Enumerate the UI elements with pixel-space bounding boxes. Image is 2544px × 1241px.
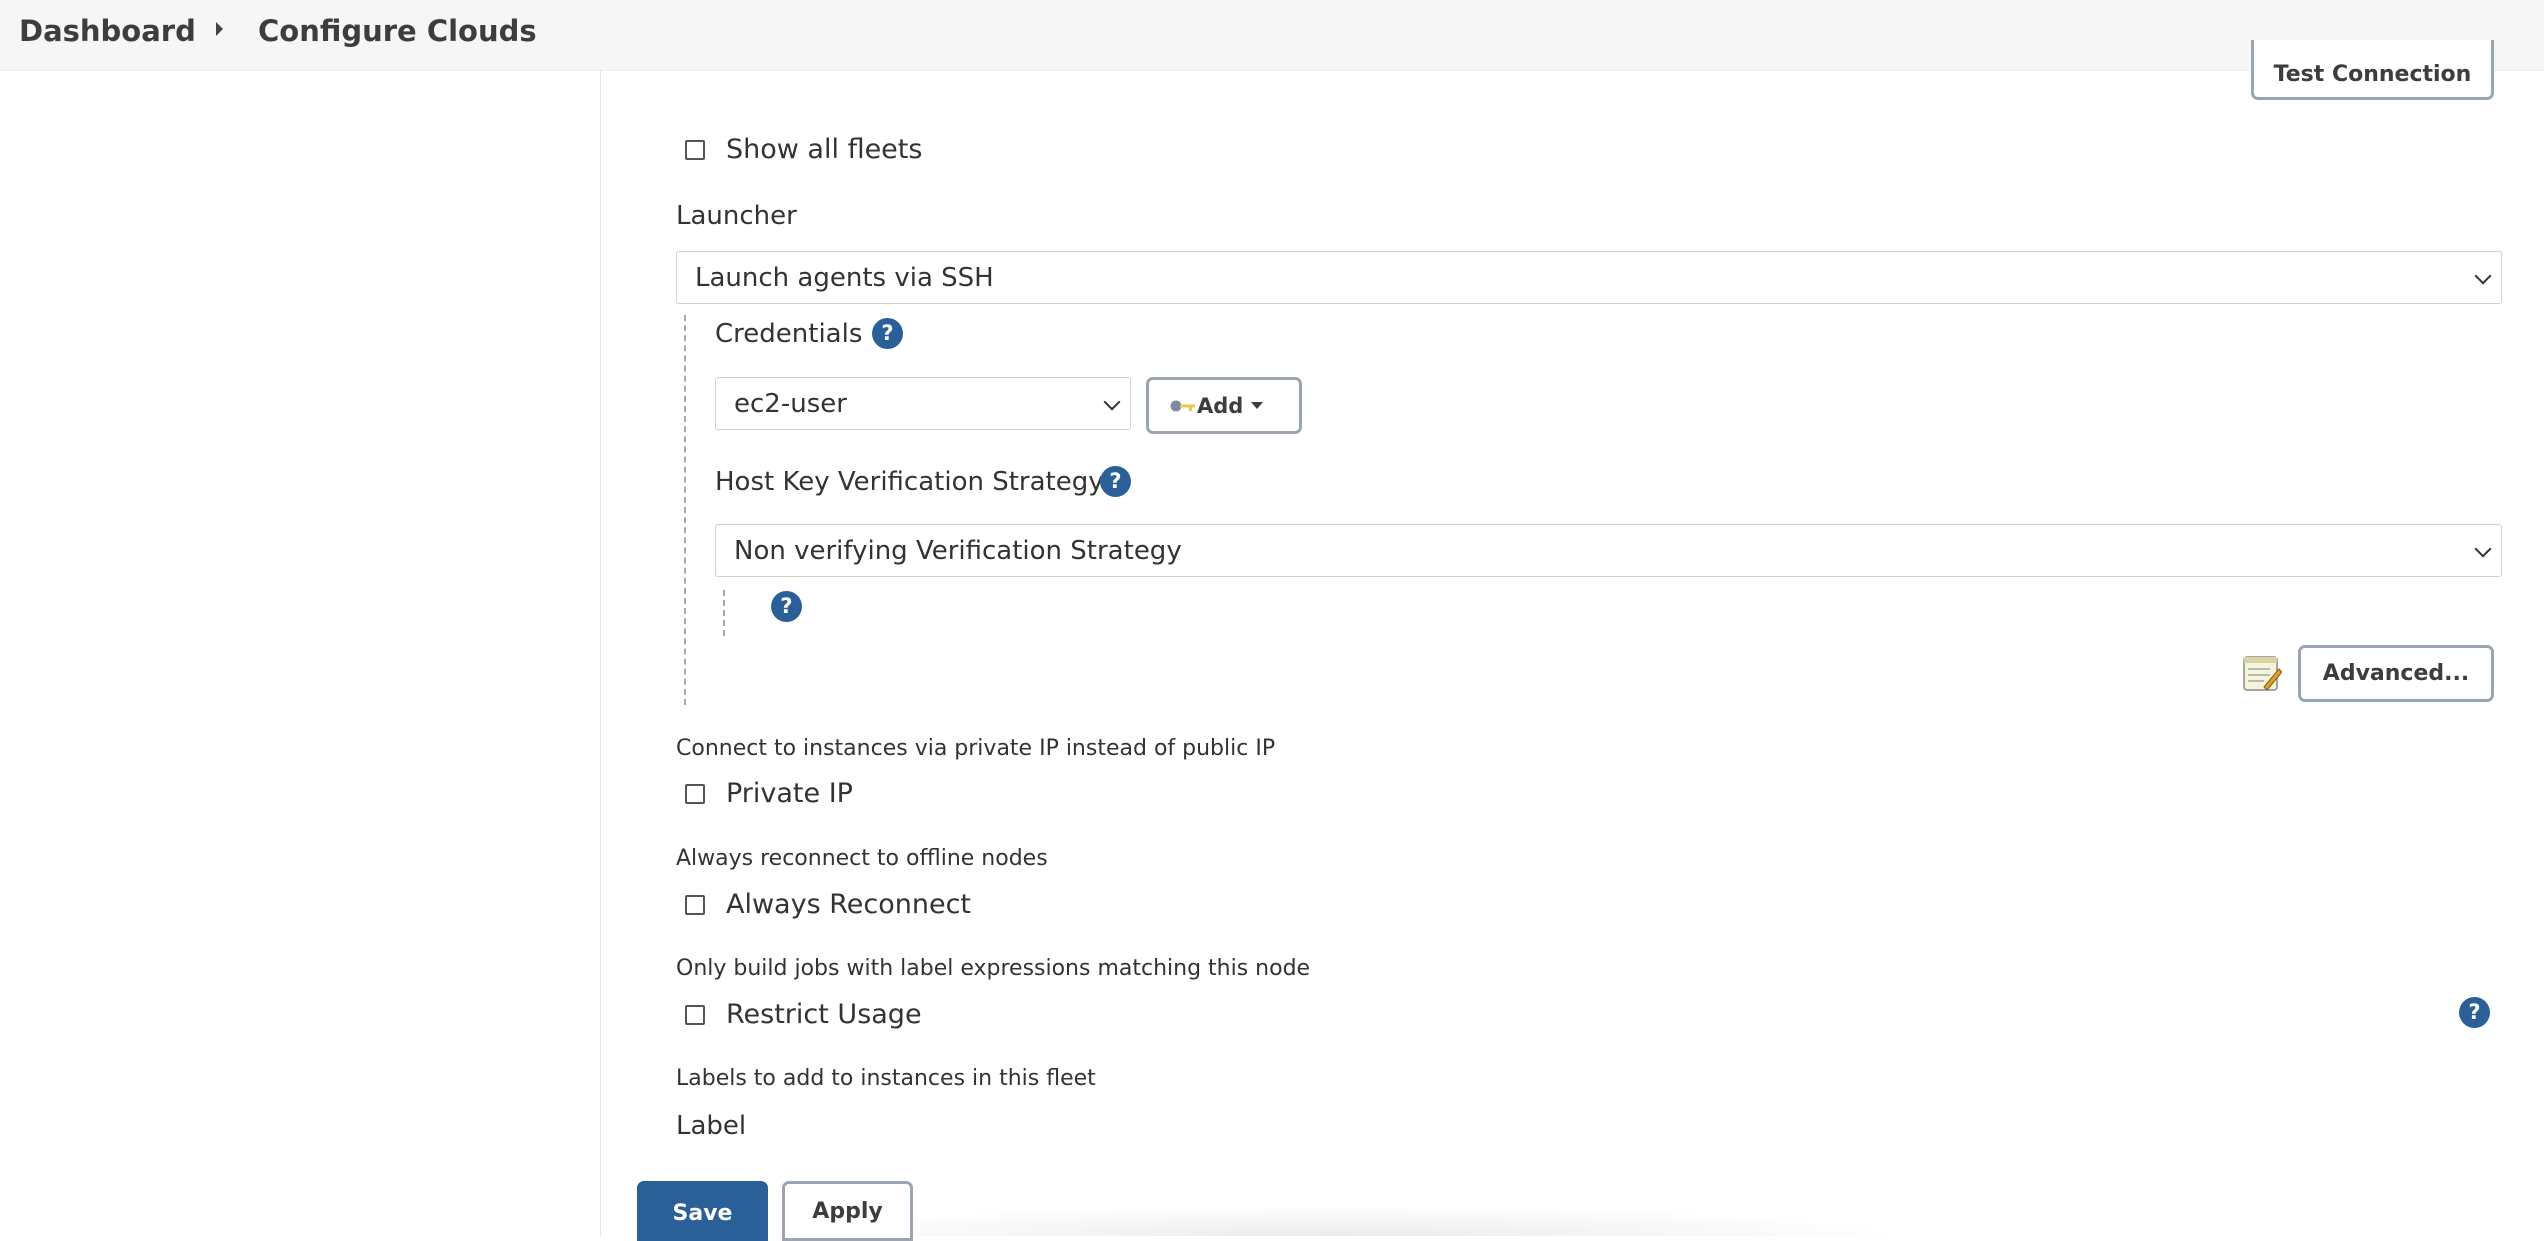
launcher-title: Launcher bbox=[676, 201, 797, 231]
launcher-select-value: Launch agents via SSH bbox=[695, 262, 994, 293]
sidebar-divider bbox=[600, 70, 601, 1236]
apply-button-label: Apply bbox=[812, 1199, 883, 1224]
advanced-button[interactable]: Advanced... bbox=[2298, 645, 2494, 702]
chevron-right-icon bbox=[216, 22, 223, 36]
launcher-subsection-line bbox=[684, 315, 686, 705]
breadcrumb-configure-clouds: Configure Clouds bbox=[258, 14, 537, 48]
private-ip-label: Private IP bbox=[726, 778, 853, 809]
add-button-label: Add bbox=[1197, 393, 1244, 418]
key-icon bbox=[1170, 400, 1195, 411]
credentials-select-value: ec2-user bbox=[734, 388, 847, 419]
add-credentials-button[interactable]: Add bbox=[1146, 377, 1302, 434]
private-ip-description: Connect to instances via private IP inst… bbox=[676, 736, 1276, 761]
apply-button[interactable]: Apply bbox=[782, 1181, 913, 1241]
labels-description: Labels to add to instances in this fleet bbox=[676, 1066, 1096, 1091]
chevron-down-icon bbox=[2474, 540, 2492, 557]
restrict-usage-description: Only build jobs with label expressions m… bbox=[676, 956, 1311, 981]
label-title: Label bbox=[676, 1111, 747, 1141]
restrict-usage-checkbox[interactable] bbox=[685, 1005, 705, 1025]
always-reconnect-description: Always reconnect to offline nodes bbox=[676, 846, 1048, 871]
credentials-select[interactable]: ec2-user bbox=[715, 377, 1131, 430]
bottom-bar-shadow bbox=[760, 1205, 1910, 1236]
always-reconnect-label: Always Reconnect bbox=[726, 889, 972, 920]
save-button[interactable]: Save bbox=[637, 1181, 768, 1241]
host-key-subsection-line bbox=[723, 590, 725, 636]
breadcrumb-bar: Dashboard Configure Clouds bbox=[0, 0, 2544, 71]
strategy-help-icon[interactable]: ? bbox=[771, 591, 802, 622]
show-all-fleets-label: Show all fleets bbox=[726, 134, 923, 165]
breadcrumb-dashboard-link[interactable]: Dashboard bbox=[19, 14, 196, 48]
restrict-usage-help-icon[interactable]: ? bbox=[2459, 997, 2490, 1028]
chevron-down-icon bbox=[2474, 267, 2492, 284]
host-key-help-icon[interactable]: ? bbox=[1100, 466, 1131, 497]
show-all-fleets-checkbox[interactable] bbox=[685, 140, 705, 160]
notepad-icon bbox=[2243, 656, 2282, 691]
test-connection-label: Test Connection bbox=[2273, 62, 2472, 87]
caret-down-icon bbox=[1251, 402, 1264, 409]
host-key-strategy-select[interactable]: Non verifying Verification Strategy bbox=[715, 524, 2502, 577]
test-connection-button[interactable]: Test Connection bbox=[2251, 40, 2494, 100]
credentials-help-icon[interactable]: ? bbox=[872, 318, 903, 349]
credentials-title: Credentials bbox=[715, 319, 863, 349]
always-reconnect-checkbox[interactable] bbox=[685, 895, 705, 915]
launcher-select[interactable]: Launch agents via SSH bbox=[676, 251, 2502, 304]
save-button-label: Save bbox=[672, 1201, 733, 1226]
restrict-usage-label: Restrict Usage bbox=[726, 999, 922, 1030]
chevron-down-icon bbox=[1103, 393, 1121, 410]
host-key-title: Host Key Verification Strategy bbox=[715, 467, 1104, 497]
advanced-button-label: Advanced... bbox=[2322, 661, 2470, 686]
private-ip-checkbox[interactable] bbox=[685, 784, 705, 804]
host-key-select-value: Non verifying Verification Strategy bbox=[734, 535, 1182, 566]
